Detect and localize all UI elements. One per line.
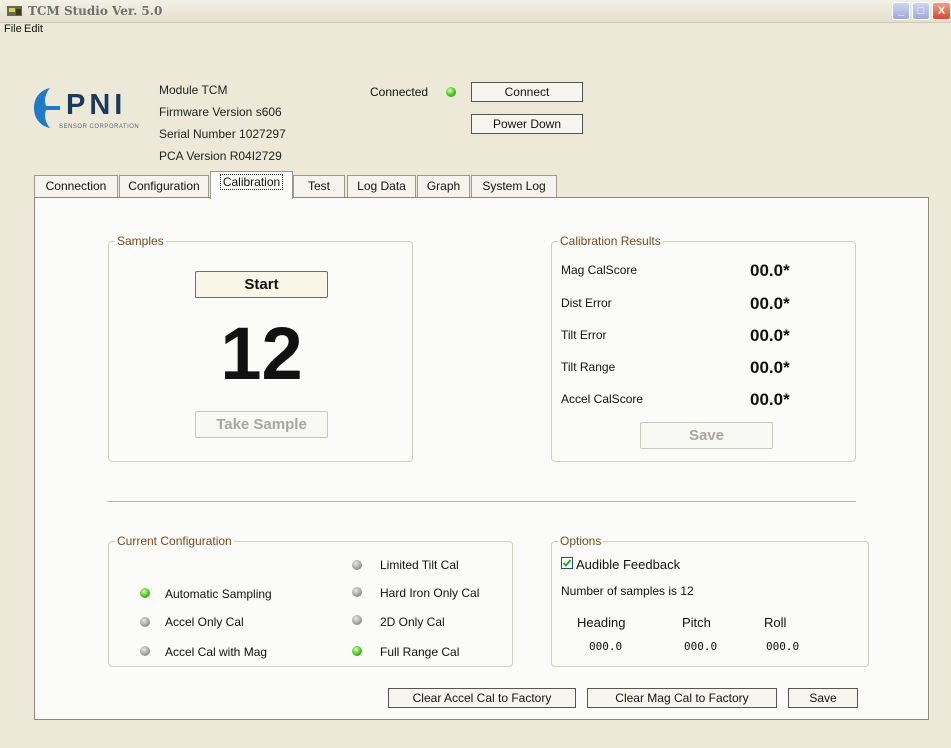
logo-subtext: SENSOR CORPORATION bbox=[59, 124, 140, 130]
tab-log-data[interactable]: Log Data bbox=[347, 175, 416, 197]
accel-calscore-label: Accel CalScore bbox=[561, 392, 644, 406]
audible-feedback-checkbox[interactable] bbox=[561, 557, 573, 569]
menu-edit[interactable]: Edit bbox=[24, 23, 43, 35]
tab-configuration[interactable]: Configuration bbox=[119, 175, 209, 197]
checkmark-icon bbox=[562, 559, 572, 567]
pca-version: PCA Version R04I2729 bbox=[159, 149, 282, 163]
tab-calibration-label: Calibration bbox=[219, 174, 284, 190]
app-icon bbox=[7, 6, 22, 16]
minimize-button[interactable]: _ bbox=[892, 2, 910, 20]
tilt-error-label: Tilt Error bbox=[561, 328, 607, 342]
tab-graph[interactable]: Graph bbox=[417, 175, 470, 197]
menu-file[interactable]: File bbox=[4, 23, 22, 35]
maximize-icon: □ bbox=[917, 5, 925, 17]
close-button[interactable]: X bbox=[932, 2, 951, 20]
mag-calscore-label: Mag CalScore bbox=[561, 263, 638, 277]
tilt-error-value: 00.0* bbox=[750, 326, 790, 345]
tilt-range-label: Tilt Range bbox=[561, 360, 616, 374]
pni-logo: PNI SENSOR CORPORATION bbox=[34, 88, 154, 148]
accel-calscore-value: 00.0* bbox=[750, 390, 790, 409]
accel-only-label: Accel Only Cal bbox=[165, 615, 244, 629]
connection-status: Connected bbox=[370, 85, 429, 99]
maximize-button[interactable]: □ bbox=[912, 2, 930, 20]
close-icon: X bbox=[937, 5, 946, 17]
roll-value: 000.0 bbox=[766, 640, 800, 653]
logo-text: PNI bbox=[66, 89, 127, 121]
clear-accel-cal-button[interactable]: Clear Accel Cal to Factory bbox=[388, 688, 576, 708]
power-down-button[interactable]: Power Down bbox=[471, 114, 583, 134]
2d-only-led-icon bbox=[352, 615, 362, 625]
hard-iron-led-icon bbox=[352, 587, 362, 597]
limited-tilt-label: Limited Tilt Cal bbox=[380, 558, 459, 572]
connected-led-icon bbox=[446, 87, 456, 97]
logo-mark bbox=[34, 88, 60, 128]
menu-bar: File Edit bbox=[0, 22, 951, 39]
audible-feedback-label[interactable]: Audible Feedback bbox=[576, 557, 680, 572]
current-configuration-title: Current Configuration bbox=[115, 534, 234, 548]
sample-count: 12 bbox=[220, 312, 303, 395]
dist-error-label: Dist Error bbox=[561, 296, 612, 310]
hard-iron-label: Hard Iron Only Cal bbox=[380, 586, 480, 600]
pitch-label: Pitch bbox=[682, 615, 711, 630]
samples-count-text: Number of samples is 12 bbox=[561, 584, 694, 598]
tab-calibration[interactable]: Calibration bbox=[210, 171, 293, 199]
full-range-led-icon bbox=[352, 646, 362, 656]
tilt-range-value: 00.0* bbox=[750, 358, 790, 377]
connect-button[interactable]: Connect bbox=[471, 82, 583, 102]
footer-save-button[interactable]: Save bbox=[788, 688, 858, 708]
accel-with-mag-label: Accel Cal with Mag bbox=[165, 645, 268, 659]
module-name: Module TCM bbox=[159, 83, 228, 97]
take-sample-button[interactable]: Take Sample bbox=[195, 411, 328, 438]
automatic-sampling-led-icon bbox=[140, 588, 150, 598]
dist-error-value: 00.0* bbox=[750, 294, 790, 313]
heading-value: 000.0 bbox=[589, 640, 623, 653]
tab-test[interactable]: Test bbox=[293, 175, 345, 197]
calibration-results-title: Calibration Results bbox=[558, 234, 663, 248]
clear-mag-cal-button[interactable]: Clear Mag Cal to Factory bbox=[587, 688, 777, 708]
accel-with-mag-led-icon bbox=[140, 646, 150, 656]
options-title: Options bbox=[558, 534, 604, 548]
limited-tilt-led-icon bbox=[352, 560, 362, 570]
firmware-version: Firmware Version s606 bbox=[159, 105, 282, 119]
minimize-icon: _ bbox=[897, 5, 905, 17]
divider bbox=[107, 501, 856, 502]
2d-only-label: 2D Only Cal bbox=[380, 615, 445, 629]
mag-calscore-value: 00.0* bbox=[750, 261, 790, 280]
tab-system-log[interactable]: System Log bbox=[471, 175, 557, 197]
title-bar[interactable]: TCM Studio Ver. 5.0 _ □ X bbox=[0, 0, 951, 23]
results-save-button[interactable]: Save bbox=[640, 422, 773, 449]
full-range-label: Full Range Cal bbox=[380, 645, 460, 659]
tab-connection[interactable]: Connection bbox=[34, 175, 118, 197]
accel-only-led-icon bbox=[140, 617, 150, 627]
window-title: TCM Studio Ver. 5.0 bbox=[28, 4, 163, 18]
heading-label: Heading bbox=[577, 615, 626, 630]
roll-label: Roll bbox=[764, 615, 787, 630]
pitch-value: 000.0 bbox=[684, 640, 718, 653]
samples-title: Samples bbox=[115, 234, 166, 248]
serial-number: Serial Number 1027297 bbox=[159, 127, 286, 141]
automatic-sampling-label: Automatic Sampling bbox=[165, 587, 272, 601]
start-button[interactable]: Start bbox=[195, 271, 328, 298]
